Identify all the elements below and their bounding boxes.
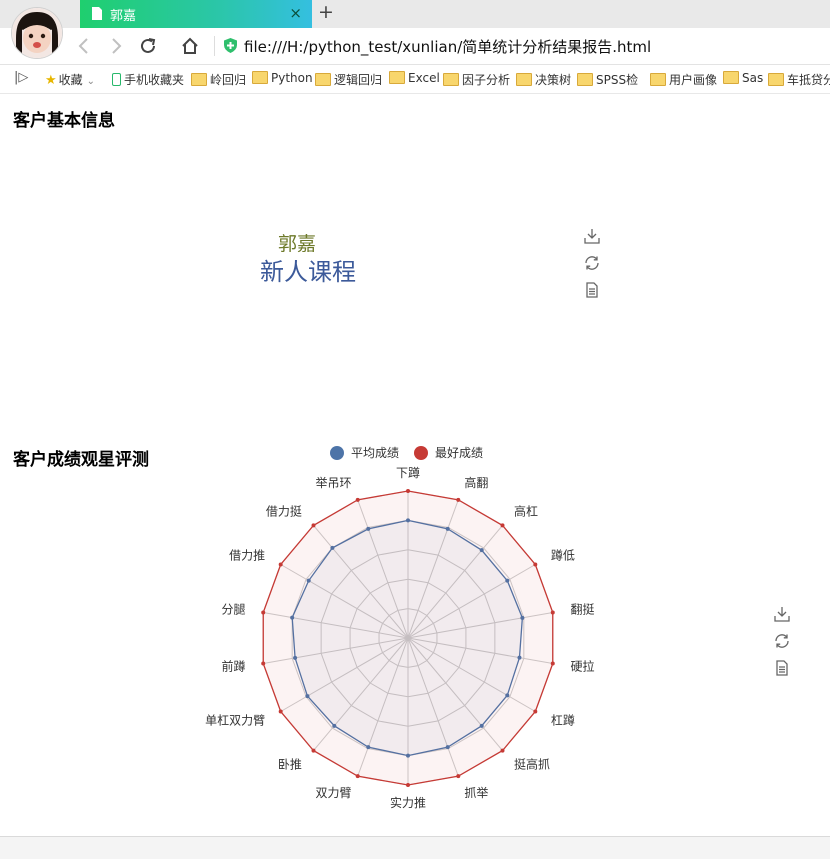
folder-icon xyxy=(389,71,405,84)
status-bar xyxy=(0,836,830,859)
section-title-evaluation: 客户成绩观星评测 xyxy=(13,450,149,470)
radar-data-point xyxy=(500,748,505,753)
radar-data-point xyxy=(278,709,283,714)
bookmark-folder[interactable]: 岭回归 xyxy=(191,71,246,88)
bookmarks-bar: |▷ ★ 收藏 ⌄ 手机收藏夹 岭回归 Python 逻辑回归 Excel 因子分析… xyxy=(0,65,830,94)
save-image-icon[interactable] xyxy=(584,228,600,244)
folder-icon xyxy=(191,73,207,86)
restore-icon[interactable] xyxy=(774,633,790,649)
bookmark-folder[interactable]: 逻辑回归 xyxy=(315,71,382,88)
folder-icon xyxy=(443,73,459,86)
radar-indicator-label: 单杠双力臂 xyxy=(205,713,265,728)
url-text[interactable]: file:///H:/python_test/xunlian/简单统计分析结果报… xyxy=(244,36,651,57)
tab-close-icon[interactable]: × xyxy=(289,4,302,22)
bookmark-folder[interactable]: 用户画像 xyxy=(650,71,717,88)
radar-data-point xyxy=(261,610,266,615)
radar-indicator-label: 蹲低 xyxy=(551,549,575,563)
tab-strip: 郭嘉 × + xyxy=(0,0,830,28)
bookmark-mobile[interactable]: 手机收藏夹 xyxy=(112,71,184,88)
section-title-basic-info: 客户基本信息 xyxy=(13,111,115,131)
radar-indicator-label: 借力推 xyxy=(229,549,265,563)
home-icon[interactable] xyxy=(180,36,200,56)
radar-data-point xyxy=(355,497,360,502)
radar-data-point xyxy=(456,774,461,779)
radar-indicator-label: 杠蹲 xyxy=(551,713,575,728)
radar-data-point xyxy=(550,661,555,666)
tab-title: 郭嘉 xyxy=(110,9,137,24)
bookmark-folder[interactable]: SPSS检 xyxy=(577,71,638,88)
new-tab-button[interactable]: + xyxy=(318,1,334,23)
radar-indicator-label: 双力臂 xyxy=(316,786,352,800)
radar-data-point xyxy=(550,610,555,615)
folder-icon xyxy=(315,73,331,86)
address-bar[interactable]: file:///H:/python_test/xunlian/简单统计分析结果报… xyxy=(214,35,830,57)
radar-indicator-label: 高杠 xyxy=(514,504,538,519)
radar-chart: 下蹲高翻高杠蹲低翻挺硬拉杠蹲挺高抓抓举实力推 双力臂 卧推 单杠双力臂 前蹲 分腿 借力推 借… xyxy=(205,466,594,810)
save-image-icon[interactable] xyxy=(774,606,790,622)
bookmark-folder[interactable]: 因子分析 xyxy=(443,71,510,88)
radar-data-point xyxy=(456,497,461,502)
folder-icon xyxy=(723,71,739,84)
back-icon[interactable] xyxy=(74,36,94,56)
bookmark-folder[interactable]: Sas xyxy=(723,71,763,85)
bookmark-folder[interactable]: Excel xyxy=(389,71,440,85)
star-icon: ★ xyxy=(45,73,57,88)
radar-data-point xyxy=(533,562,538,567)
radar-data-point xyxy=(533,709,538,714)
bookmark-favorites[interactable]: ★ 收藏 ⌄ xyxy=(45,71,95,88)
radar-data-point xyxy=(500,523,505,528)
radar-indicator-label: 翻挺 xyxy=(570,601,594,616)
radar-indicator-label: 举吊环 xyxy=(316,476,352,490)
radar-data-point xyxy=(406,783,410,787)
radar-indicator-label: 卧推 xyxy=(278,757,302,771)
restore-icon[interactable] xyxy=(584,255,600,271)
folder-icon xyxy=(516,73,532,86)
radar-data-point xyxy=(278,562,283,567)
active-tab[interactable]: 郭嘉 × xyxy=(80,0,312,28)
radar-indicator-label: 实力推 xyxy=(390,795,426,810)
radar-indicator-label: 下蹲 xyxy=(396,466,420,480)
radar-data-point xyxy=(261,661,266,666)
radar-data-point xyxy=(311,748,316,753)
security-shield-icon xyxy=(224,38,237,53)
radar-indicator-label: 挺高抓 xyxy=(514,756,550,771)
browser-toolbar: file:///H:/python_test/xunlian/简单统计分析结果报… xyxy=(0,28,830,65)
radar-indicator-label: 分腿 xyxy=(221,602,245,616)
radar-data-point xyxy=(355,774,360,779)
phone-icon xyxy=(112,73,121,86)
bookmark-folder[interactable]: 车抵贷分 xyxy=(768,71,830,88)
radar-indicator-label: 硬拉 xyxy=(570,659,594,674)
forward-icon[interactable] xyxy=(106,36,126,56)
sidebar-toggle-icon[interactable]: |▷ xyxy=(14,70,28,85)
radar-indicator-label: 前蹲 xyxy=(221,659,245,674)
avatar[interactable] xyxy=(12,8,62,58)
bookmark-folder[interactable]: Python xyxy=(252,71,313,85)
bookmark-folder[interactable]: 决策树 xyxy=(516,71,571,88)
radar-data-point xyxy=(406,489,410,493)
chevron-down-icon: ⌄ xyxy=(86,76,96,87)
course-name: 新人课程 xyxy=(260,258,356,286)
avatar-face-icon xyxy=(12,8,62,58)
folder-icon xyxy=(650,73,666,86)
radar-indicator-label: 高翻 xyxy=(464,475,488,490)
folder-icon xyxy=(577,73,593,86)
radar-indicator-label: 借力挺 xyxy=(266,504,302,519)
radar-data-point xyxy=(311,523,316,528)
radar-series-line xyxy=(262,490,554,786)
data-view-icon[interactable] xyxy=(774,660,790,676)
refresh-icon[interactable] xyxy=(138,36,158,56)
folder-icon xyxy=(768,73,784,86)
radar-indicator-label: 抓举 xyxy=(464,786,488,800)
folder-icon xyxy=(252,71,268,84)
data-view-icon[interactable] xyxy=(584,282,600,298)
document-icon xyxy=(92,7,102,20)
